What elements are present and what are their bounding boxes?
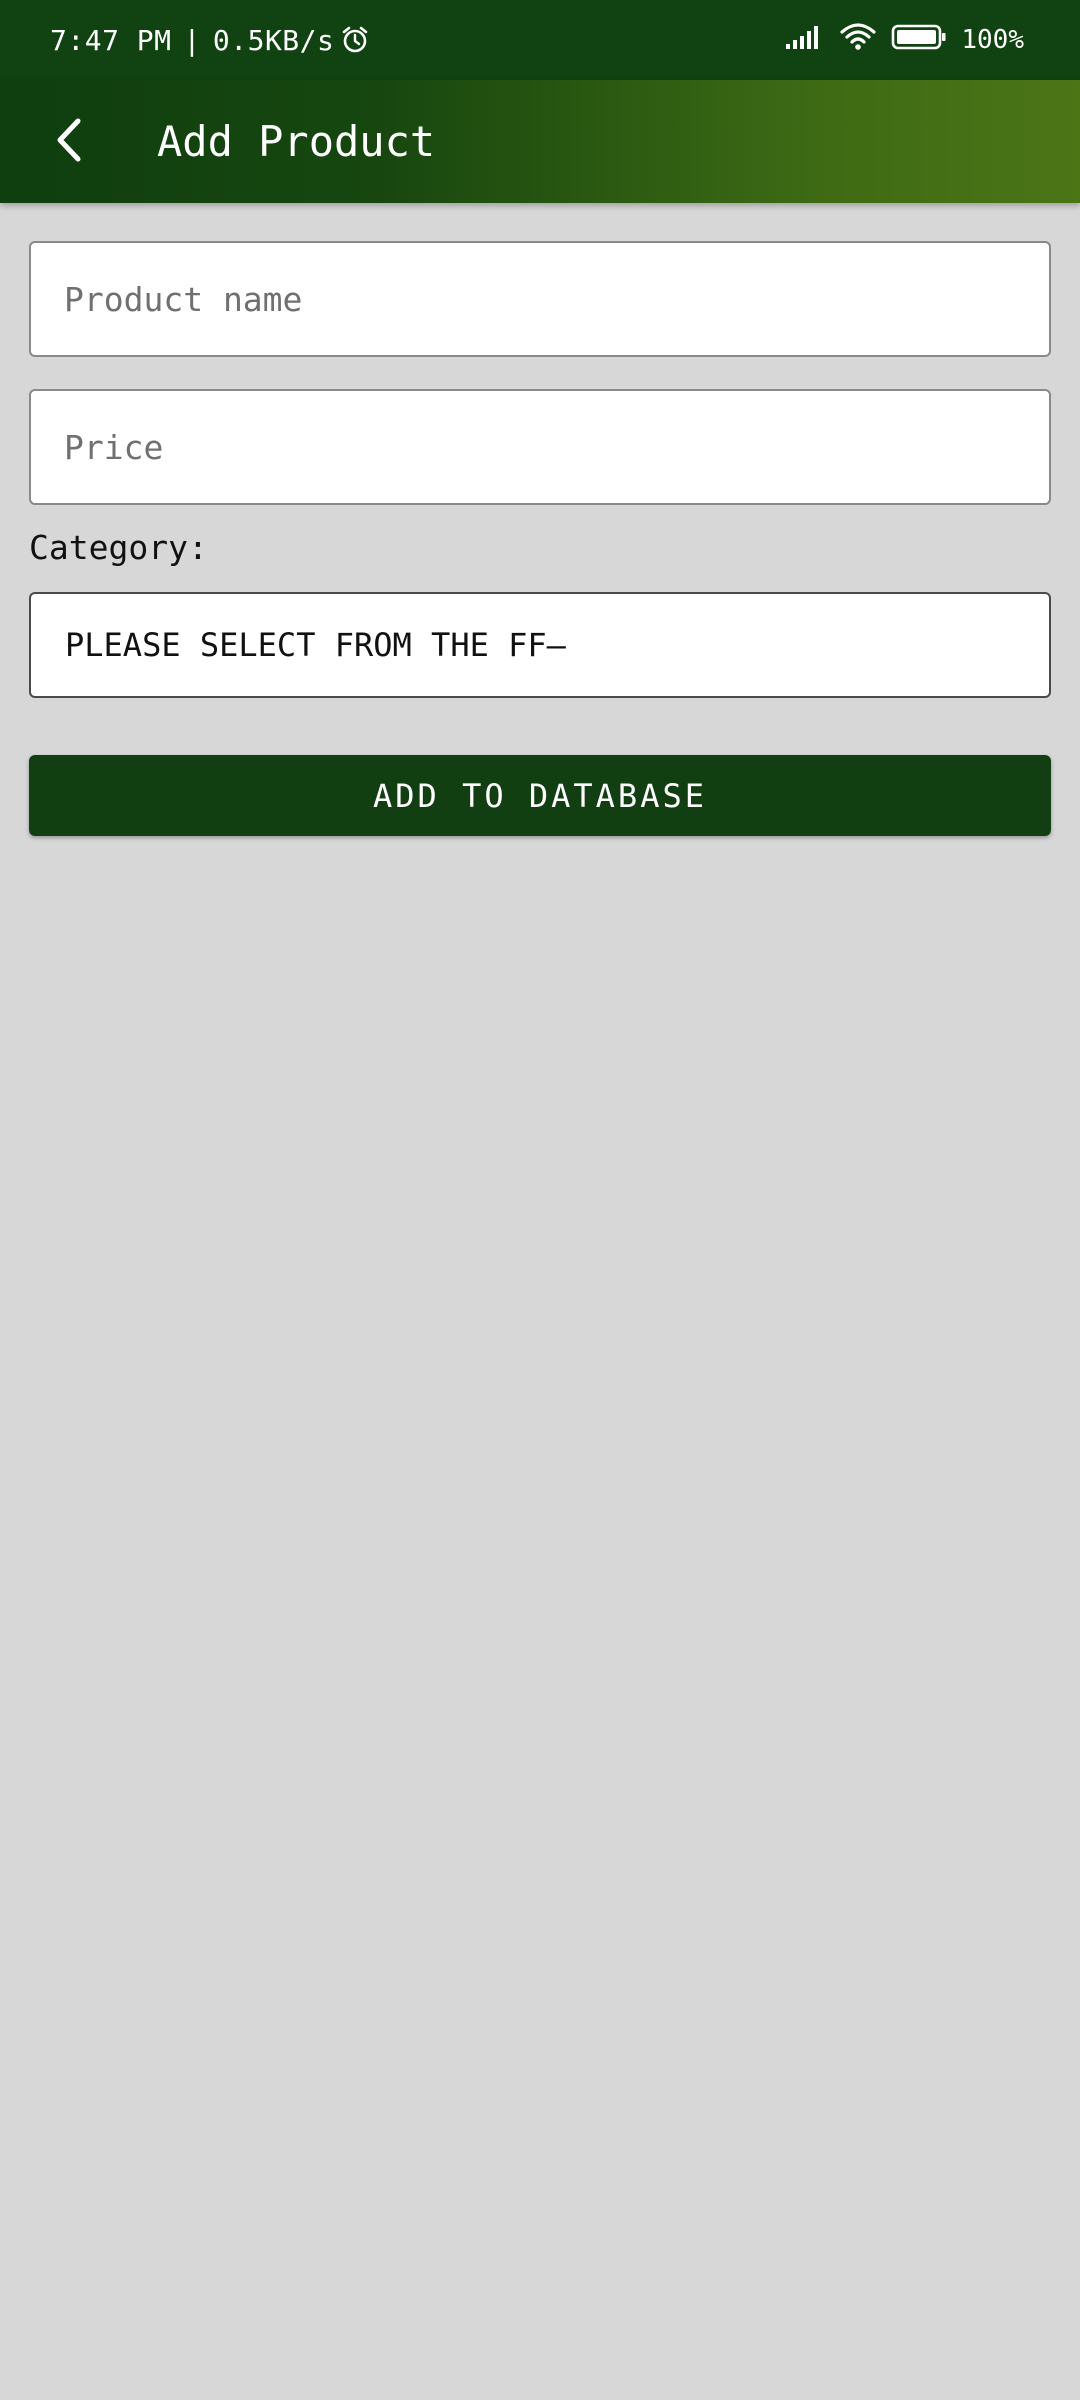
product-name-field[interactable] — [29, 241, 1051, 357]
app-bar: Add Product — [0, 80, 1080, 203]
network-speed: 0.5KB/s — [212, 23, 335, 57]
battery-icon — [891, 23, 947, 58]
product-name-input[interactable] — [31, 243, 1049, 355]
add-to-database-button[interactable]: ADD TO DATABASE — [29, 755, 1051, 836]
status-right: 100% — [785, 0, 1024, 80]
alarm-icon — [340, 25, 370, 55]
back-button[interactable] — [30, 102, 110, 182]
signal-icon — [785, 24, 825, 57]
category-label: Category: — [29, 528, 208, 567]
status-bar: 7:47 PM | 0.5KB/s 100% — [0, 0, 1080, 80]
back-arrow-icon — [50, 115, 90, 169]
wifi-icon — [839, 22, 877, 59]
category-selected-value: PLEASE SELECT FROM THE FF— — [65, 626, 566, 664]
page-title: Add Product — [157, 117, 436, 166]
category-dropdown[interactable]: PLEASE SELECT FROM THE FF— — [29, 592, 1051, 698]
status-time: 7:47 PM — [50, 23, 172, 57]
battery-percent: 100% — [961, 25, 1024, 55]
price-input[interactable] — [31, 391, 1049, 503]
status-separator: | — [183, 23, 201, 57]
add-to-database-label: ADD TO DATABASE — [373, 776, 707, 815]
status-left: 7:47 PM | 0.5KB/s — [50, 0, 370, 80]
price-field[interactable] — [29, 389, 1051, 505]
